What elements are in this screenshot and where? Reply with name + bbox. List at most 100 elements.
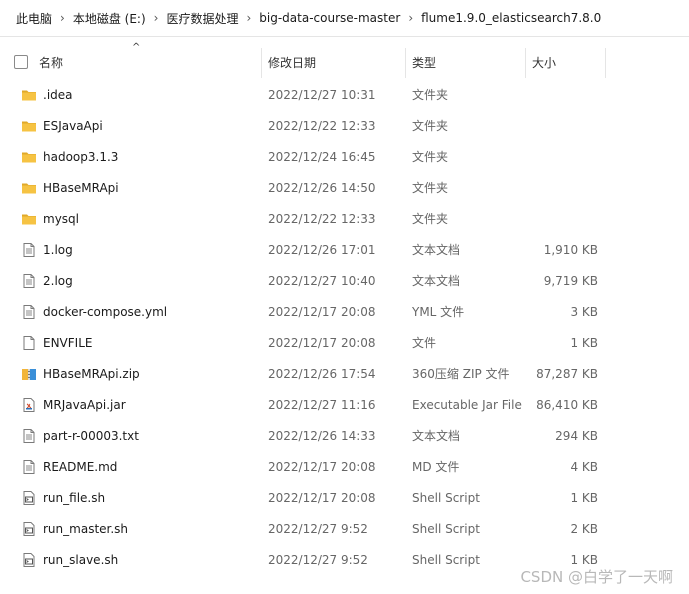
column-divider[interactable] — [405, 48, 406, 78]
file-row[interactable]: ESJavaApi 2022/12/22 12:33 文件夹 — [0, 111, 689, 142]
folder-icon — [21, 149, 37, 165]
file-type: 文件 — [412, 336, 437, 350]
breadcrumb-item[interactable]: 此电脑 — [16, 10, 52, 27]
file-row[interactable]: run_file.sh 2022/12/17 20:08 Shell Script 1… — [0, 483, 689, 514]
file-type: 文件夹 — [412, 88, 449, 102]
column-divider[interactable] — [261, 48, 262, 78]
file-type: Shell Script — [412, 491, 480, 505]
file-row[interactable]: ENVFILE 2022/12/17 20:08 文件 1 KB — [0, 328, 689, 359]
column-header-date[interactable]: 修改日期 — [268, 51, 316, 75]
file-size: 3 KB — [570, 305, 598, 319]
zip-file-icon — [21, 366, 37, 382]
file-size: 86,410 KB — [536, 398, 598, 412]
file-row[interactable]: MRJavaApi.jar 2022/12/27 11:16 Executable … — [0, 390, 689, 421]
file-name[interactable]: ENVFILE — [43, 328, 92, 359]
file-size: 294 KB — [555, 429, 598, 443]
file-date: 2022/12/17 20:08 — [268, 305, 376, 319]
sort-ascending-icon: ^ — [132, 42, 141, 53]
breadcrumb-separator-icon[interactable]: › — [246, 11, 251, 25]
file-row[interactable]: README.md 2022/12/17 20:08 MD 文件 4 KB — [0, 452, 689, 483]
file-row[interactable]: run_master.sh 2022/12/27 9:52 Shell Script… — [0, 514, 689, 545]
file-list: .idea 2022/12/27 10:31 文件夹 ESJavaApi 2022/12… — [0, 80, 689, 576]
file-row[interactable]: HBaseMRApi 2022/12/26 14:50 文件夹 — [0, 173, 689, 204]
watermark: CSDN @白学了一天啊 — [520, 568, 673, 586]
folder-icon — [21, 87, 37, 103]
jar-file-icon — [21, 397, 37, 413]
file-name[interactable]: docker-compose.yml — [43, 297, 167, 328]
file-row[interactable]: docker-compose.yml 2022/12/17 20:08 YML 文件… — [0, 297, 689, 328]
file-row[interactable]: mysql 2022/12/22 12:33 文件夹 — [0, 204, 689, 235]
breadcrumb-separator-icon[interactable]: › — [154, 11, 159, 25]
file-row[interactable]: 2.log 2022/12/27 10:40 文本文档 9,719 KB — [0, 266, 689, 297]
file-name[interactable]: run_file.sh — [43, 483, 105, 514]
file-date: 2022/12/26 17:54 — [268, 367, 376, 381]
file-row[interactable]: 1.log 2022/12/26 17:01 文本文档 1,910 KB — [0, 235, 689, 266]
file-name[interactable]: run_master.sh — [43, 514, 128, 545]
shell-script-icon — [21, 490, 37, 506]
file-date: 2022/12/17 20:08 — [268, 336, 376, 350]
breadcrumb-item[interactable]: 医疗数据处理 — [166, 10, 238, 27]
file-size: 87,287 KB — [536, 367, 598, 381]
file-date: 2022/12/27 11:16 — [268, 398, 376, 412]
file-date: 2022/12/22 12:33 — [268, 119, 376, 133]
folder-icon — [21, 180, 37, 196]
file-size: 1 KB — [570, 491, 598, 505]
file-type: Shell Script — [412, 522, 480, 536]
file-name[interactable]: part-r-00003.txt — [43, 421, 139, 452]
file-name[interactable]: .idea — [43, 80, 73, 111]
file-date: 2022/12/26 17:01 — [268, 243, 376, 257]
file-row[interactable]: hadoop3.1.3 2022/12/24 16:45 文件夹 — [0, 142, 689, 173]
file-name[interactable]: ESJavaApi — [43, 111, 103, 142]
file-type: 文件夹 — [412, 119, 449, 133]
file-name[interactable]: HBaseMRApi.zip — [43, 359, 140, 390]
text-file-icon — [21, 428, 37, 444]
text-file-icon — [21, 304, 37, 320]
text-file-icon — [21, 459, 37, 475]
select-all-checkbox[interactable] — [14, 55, 28, 69]
column-header-row: ^ 名称 修改日期 类型 大小 — [0, 38, 689, 78]
file-name[interactable]: run_slave.sh — [43, 545, 118, 576]
file-date: 2022/12/24 16:45 — [268, 150, 376, 164]
file-date: 2022/12/27 9:52 — [268, 553, 368, 567]
file-type: 360压缩 ZIP 文件 — [412, 367, 510, 381]
column-header-name[interactable]: 名称 — [39, 51, 63, 75]
column-header-type[interactable]: 类型 — [412, 51, 436, 75]
file-name[interactable]: HBaseMRApi — [43, 173, 119, 204]
file-type: Executable Jar File — [412, 398, 522, 412]
file-type: YML 文件 — [412, 305, 465, 319]
file-name[interactable]: MRJavaApi.jar — [43, 390, 126, 421]
breadcrumb-item[interactable]: 本地磁盘 (E:) — [73, 10, 146, 27]
shell-script-icon — [21, 521, 37, 537]
file-name[interactable]: hadoop3.1.3 — [43, 142, 118, 173]
breadcrumb: 此电脑 › 本地磁盘 (E:) › 医疗数据处理 › big-data-course-mas… — [0, 0, 689, 37]
text-file-icon — [21, 273, 37, 289]
file-date: 2022/12/26 14:50 — [268, 181, 376, 195]
column-divider[interactable] — [605, 48, 606, 78]
file-name[interactable]: 1.log — [43, 235, 73, 266]
file-type: 文本文档 — [412, 243, 461, 257]
file-type: 文本文档 — [412, 429, 461, 443]
file-date: 2022/12/17 20:08 — [268, 460, 376, 474]
file-type: 文件夹 — [412, 212, 449, 226]
column-divider[interactable] — [525, 48, 526, 78]
folder-icon — [21, 118, 37, 134]
file-row[interactable]: part-r-00003.txt 2022/12/26 14:33 文本文档 294 … — [0, 421, 689, 452]
file-name[interactable]: mysql — [43, 204, 79, 235]
column-header-size[interactable]: 大小 — [532, 51, 556, 75]
file-date: 2022/12/17 20:08 — [268, 491, 376, 505]
breadcrumb-separator-icon[interactable]: › — [60, 11, 65, 25]
file-type: MD 文件 — [412, 460, 460, 474]
breadcrumb-item[interactable]: big-data-course-master — [259, 11, 400, 25]
file-date: 2022/12/27 10:40 — [268, 274, 376, 288]
file-date: 2022/12/27 10:31 — [268, 88, 376, 102]
file-row[interactable]: .idea 2022/12/27 10:31 文件夹 — [0, 80, 689, 111]
file-size: 1 KB — [570, 336, 598, 350]
file-name[interactable]: README.md — [43, 452, 117, 483]
breadcrumb-separator-icon[interactable]: › — [408, 11, 413, 25]
file-type: 文件夹 — [412, 181, 449, 195]
file-row[interactable]: HBaseMRApi.zip 2022/12/26 17:54 360压缩 ZIP … — [0, 359, 689, 390]
blank-file-icon — [21, 335, 37, 351]
file-name[interactable]: 2.log — [43, 266, 73, 297]
file-type: Shell Script — [412, 553, 480, 567]
breadcrumb-item[interactable]: flume1.9.0_elasticsearch7.8.0 — [421, 11, 601, 25]
